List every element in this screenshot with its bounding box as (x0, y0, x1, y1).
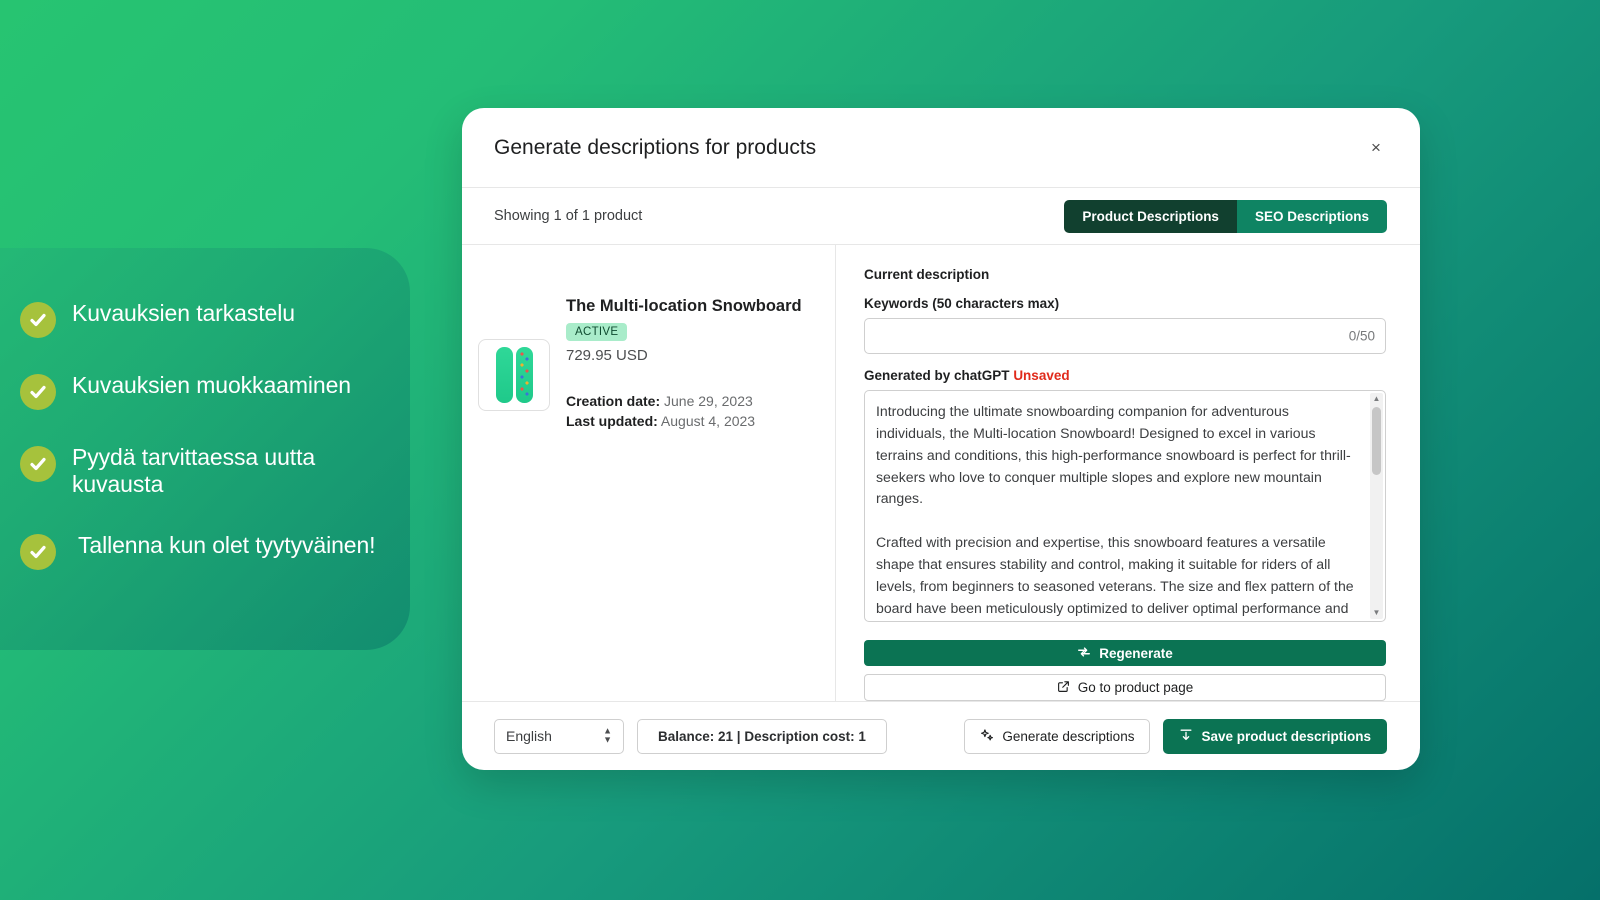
description-column: Current description Keywords (50 charact… (836, 245, 1420, 701)
product-card: The Multi-location Snowboard ACTIVE 729.… (478, 297, 802, 432)
regenerate-label: Regenerate (1099, 645, 1173, 661)
sparkle-icon (980, 728, 994, 745)
current-description-label: Current description (864, 267, 990, 282)
description-type-tabs: Product Descriptions SEO Descriptions (1064, 199, 1387, 233)
generate-descriptions-modal: Generate descriptions for products × Sho… (462, 108, 1420, 770)
regenerate-button[interactable]: Regenerate (864, 640, 1386, 667)
feature-label: Tallenna kun olet tyytyväinen! (78, 532, 376, 559)
check-circle-icon (20, 302, 56, 338)
modal-footer: English ▲ ▼ Balance: 21 | Description cos… (462, 702, 1420, 770)
chevron-updown-icon: ▲ ▼ (603, 725, 612, 745)
feature-item: Kuvauksien muokkaaminen (20, 372, 410, 410)
scrollbar-thumb[interactable] (1372, 407, 1381, 475)
feature-label: Kuvauksien muokkaaminen (72, 372, 351, 398)
page-title: Generate descriptions for products (494, 135, 817, 159)
generated-by-label: Generated by chatGPT Unsaved (864, 368, 1386, 383)
keywords-field-wrapper: 0/50 (864, 318, 1386, 354)
keywords-label: Keywords (50 characters max) (864, 296, 1060, 311)
product-thumbnail (478, 339, 550, 411)
feature-highlights-panel: Kuvauksien tarkastelu Kuvauksien muokkaa… (0, 248, 410, 650)
generated-by-text: Generated by chatGPT (864, 368, 1010, 383)
creation-date-label: Creation date: (566, 393, 661, 409)
go-to-product-page-label: Go to product page (1077, 680, 1194, 696)
creation-date-row: Creation date: June 29, 2023 (566, 391, 802, 411)
feature-label: Pyydä tarvittaessa uutta kuvausta (72, 444, 316, 498)
close-icon[interactable]: × (1362, 134, 1390, 162)
showing-count-text: Showing 1 of 1 product (494, 208, 643, 224)
scroll-down-icon[interactable]: ▼ (1373, 607, 1381, 619)
feature-item: Tallenna kun olet tyytyväinen! (20, 532, 410, 571)
product-details: The Multi-location Snowboard ACTIVE 729.… (566, 297, 802, 432)
save-download-icon (1179, 728, 1193, 745)
keywords-input[interactable] (864, 318, 1386, 354)
go-to-product-page-button[interactable]: Go to product page (864, 674, 1386, 701)
product-column: The Multi-location Snowboard ACTIVE 729.… (462, 245, 836, 701)
save-product-descriptions-label: Save product descriptions (1201, 728, 1371, 744)
modal-body: The Multi-location Snowboard ACTIVE 729.… (462, 245, 1420, 702)
product-dates: Creation date: June 29, 2023 Last update… (566, 391, 802, 432)
balance-info: Balance: 21 | Description cost: 1 (637, 718, 887, 754)
tab-seo-descriptions[interactable]: SEO Descriptions (1236, 199, 1387, 233)
unsaved-status: Unsaved (1013, 368, 1070, 383)
creation-date-value: June 29, 2023 (664, 393, 753, 409)
last-updated-value: August 4, 2023 (660, 413, 756, 430)
tab-product-descriptions[interactable]: Product Descriptions (1064, 199, 1237, 233)
last-updated-label: Last updated: (566, 413, 658, 430)
last-updated-row: Last updated: August 4, 2023 (566, 411, 802, 431)
product-title: The Multi-location Snowboard (566, 297, 802, 315)
description-scrollbar[interactable]: ▲ ▼ (1370, 393, 1383, 619)
product-price: 729.95 USD (566, 347, 648, 364)
check-circle-icon (20, 446, 56, 482)
check-circle-icon (20, 534, 56, 571)
generated-description-textarea[interactable] (864, 390, 1386, 622)
feature-item: Pyydä tarvittaessa uutta kuvausta (20, 444, 410, 498)
snowboard-patterned-icon (515, 347, 533, 403)
refresh-icon (1077, 645, 1091, 662)
modal-subbar: Showing 1 of 1 product Product Descripti… (462, 188, 1420, 245)
modal-header: Generate descriptions for products × (462, 108, 1420, 188)
snowboard-icon (495, 347, 513, 403)
feature-label: Kuvauksien tarkastelu (72, 300, 295, 326)
generate-descriptions-label: Generate descriptions (1002, 728, 1135, 744)
description-textarea-wrapper: ▲ ▼ (864, 390, 1386, 627)
language-select[interactable]: English ▲ ▼ (494, 718, 624, 754)
generate-descriptions-button[interactable]: Generate descriptions (964, 718, 1151, 754)
scroll-up-icon[interactable]: ▲ (1373, 393, 1381, 405)
external-link-icon (1057, 680, 1070, 696)
language-value: English (506, 728, 552, 744)
feature-item: Kuvauksien tarkastelu (20, 300, 410, 338)
check-circle-icon (20, 374, 56, 410)
status-badge: ACTIVE (566, 323, 628, 341)
save-product-descriptions-button[interactable]: Save product descriptions (1163, 718, 1387, 754)
